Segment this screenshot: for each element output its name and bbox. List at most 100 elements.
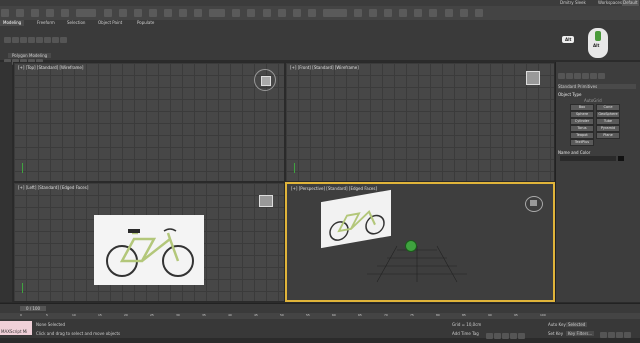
spinner-snap-icon[interactable] bbox=[307, 9, 316, 17]
viewport-front-label[interactable]: [+] [Front] [Standard] [Wireframe] bbox=[290, 65, 359, 70]
viewport-perspective[interactable]: [+] [Perspective] [Standard] [Edged Face… bbox=[285, 182, 555, 302]
utilities-tab-icon[interactable] bbox=[598, 73, 605, 79]
selection-filter-dropdown[interactable] bbox=[76, 9, 97, 17]
bicycle-reference-plane[interactable] bbox=[94, 215, 204, 285]
set-key-button[interactable]: Set Key bbox=[548, 331, 563, 336]
render-icon[interactable] bbox=[474, 9, 483, 17]
primitive-button-geosphere[interactable]: GeoSphere bbox=[596, 111, 620, 118]
primitive-button-textplus[interactable]: TextPlus bbox=[570, 139, 594, 146]
ribbon-tool-7[interactable] bbox=[52, 37, 59, 43]
go-start-icon[interactable] bbox=[486, 333, 493, 339]
link-icon[interactable] bbox=[31, 9, 40, 17]
select-by-name-icon[interactable] bbox=[118, 9, 127, 17]
maxscript-listener[interactable]: MAXScript Mi bbox=[0, 321, 32, 335]
primitive-button-cylinder[interactable]: Cylinder bbox=[570, 118, 594, 125]
object-name-input[interactable] bbox=[560, 156, 616, 161]
tab-freeform[interactable]: Freeform bbox=[34, 20, 58, 26]
go-end-icon[interactable] bbox=[518, 333, 525, 339]
render-setup-icon[interactable] bbox=[444, 9, 453, 17]
modify-tab-icon[interactable] bbox=[566, 73, 573, 79]
ribbon-tool-6[interactable] bbox=[44, 37, 51, 43]
viewport-perspective-label[interactable]: [+] [Perspective] [Standard] [Edged Face… bbox=[291, 186, 377, 191]
tab-modeling[interactable]: Modeling bbox=[0, 20, 25, 26]
named-selection-dropdown[interactable] bbox=[322, 9, 347, 17]
rotate-icon[interactable] bbox=[179, 9, 188, 17]
maximize-viewport-icon[interactable] bbox=[624, 332, 631, 338]
key-filters-button[interactable]: Key Filters... bbox=[566, 331, 595, 336]
ribbon-tool-5[interactable] bbox=[36, 37, 43, 43]
primitive-button-tube[interactable]: Tube bbox=[596, 118, 620, 125]
tab-object-paint[interactable]: Object Paint bbox=[95, 20, 125, 26]
material-editor-icon[interactable] bbox=[429, 9, 438, 17]
mirror-icon[interactable] bbox=[353, 9, 362, 17]
category-dropdown[interactable]: Standard Primitives bbox=[558, 84, 636, 89]
add-time-tag[interactable]: Add Time Tag bbox=[452, 331, 479, 336]
ribbon-tool-8[interactable] bbox=[60, 37, 67, 43]
window-crossing-icon[interactable] bbox=[148, 9, 157, 17]
motion-tab-icon[interactable] bbox=[582, 73, 589, 79]
ribbon-tool-2[interactable] bbox=[12, 37, 19, 43]
primitive-button-pyramid[interactable]: Pyramid bbox=[596, 125, 620, 132]
manipulate-icon[interactable] bbox=[247, 9, 256, 17]
bind-spacewarp-icon[interactable] bbox=[61, 9, 70, 17]
move-icon[interactable] bbox=[163, 9, 172, 17]
rect-selection-icon[interactable] bbox=[133, 9, 142, 17]
scale-icon[interactable] bbox=[194, 9, 203, 17]
display-tab-icon[interactable] bbox=[590, 73, 597, 79]
object-color-swatch[interactable] bbox=[618, 156, 624, 161]
viewport-front[interactable]: [+] [Front] [Standard] [Wireframe] bbox=[285, 62, 555, 182]
select-object-icon[interactable] bbox=[103, 9, 112, 17]
ribbon-tool-3[interactable] bbox=[20, 37, 27, 43]
viewport-top-label[interactable]: [+] [Top] [Standard] [Wireframe] bbox=[18, 65, 83, 70]
percent-snap-icon[interactable] bbox=[292, 9, 301, 17]
polygon-modeling-panel[interactable]: Polygon Modeling bbox=[8, 53, 52, 58]
unlink-icon[interactable] bbox=[46, 9, 55, 17]
zoom-icon[interactable] bbox=[600, 332, 607, 338]
orbit-icon[interactable] bbox=[616, 332, 623, 338]
snap-icon[interactable] bbox=[262, 9, 271, 17]
primitive-button-teapot[interactable]: Teapot bbox=[570, 132, 594, 139]
viewcube-persp-icon[interactable] bbox=[525, 196, 543, 212]
primitive-button-box[interactable]: Box bbox=[570, 104, 594, 111]
viewcube-left-icon[interactable] bbox=[259, 195, 273, 207]
angle-snap-icon[interactable] bbox=[277, 9, 286, 17]
ribbon-tool-4[interactable] bbox=[28, 37, 35, 43]
primitive-button-plane[interactable]: Plane bbox=[596, 132, 620, 139]
tab-selection[interactable]: Selection bbox=[64, 20, 88, 26]
viewport-left-label[interactable]: [+] [Left] [Standard] [Edged Faces] bbox=[18, 185, 88, 190]
frame-tick-label: 0 bbox=[20, 313, 22, 317]
bicycle-plane-perspective[interactable] bbox=[321, 189, 391, 249]
primitive-button-torus[interactable]: Torus bbox=[570, 125, 594, 132]
key-mode-dropdown[interactable]: Selected bbox=[566, 322, 588, 327]
viewport-left[interactable]: [+] [Left] [Standard] [Edged Faces] bbox=[13, 182, 285, 302]
pivot-center-icon[interactable] bbox=[232, 9, 241, 17]
prev-frame-icon[interactable] bbox=[494, 333, 501, 339]
schematic-view-icon[interactable] bbox=[414, 9, 423, 17]
pivot-gizmo-icon[interactable] bbox=[405, 240, 417, 252]
layer-explorer-icon[interactable] bbox=[384, 9, 393, 17]
undo-icon[interactable] bbox=[1, 9, 9, 17]
autogrid-checkbox[interactable]: AutoGrid bbox=[584, 98, 602, 103]
create-tab-icon[interactable] bbox=[558, 73, 565, 79]
viewcube-icon[interactable] bbox=[254, 69, 276, 91]
viewcube-front-icon[interactable] bbox=[526, 71, 540, 85]
next-frame-icon[interactable] bbox=[510, 333, 517, 339]
reference-coord-dropdown[interactable] bbox=[209, 9, 226, 17]
viewport-top[interactable]: [+] [Top] [Standard] [Wireframe] bbox=[13, 62, 285, 182]
ribbon-tool-1[interactable] bbox=[4, 37, 11, 43]
zoom-all-icon[interactable] bbox=[608, 332, 615, 338]
name-color-header[interactable]: Name and Color bbox=[558, 150, 590, 155]
curve-editor-icon[interactable] bbox=[399, 9, 408, 17]
alt-key-label: Alt bbox=[562, 36, 575, 43]
primitive-button-sphere[interactable]: Sphere bbox=[570, 111, 594, 118]
play-icon[interactable] bbox=[502, 333, 509, 339]
auto-key-button[interactable]: Auto Key bbox=[548, 322, 566, 327]
tab-populate[interactable]: Populate bbox=[134, 20, 157, 26]
object-type-header[interactable]: Object Type bbox=[558, 92, 582, 97]
primitive-button-cone[interactable]: Cone bbox=[596, 104, 620, 111]
align-icon[interactable] bbox=[369, 9, 378, 17]
time-slider[interactable]: 0 / 100 bbox=[20, 306, 47, 311]
hierarchy-tab-icon[interactable] bbox=[574, 73, 581, 79]
redo-icon[interactable] bbox=[16, 9, 25, 17]
render-frame-icon[interactable] bbox=[459, 9, 468, 17]
